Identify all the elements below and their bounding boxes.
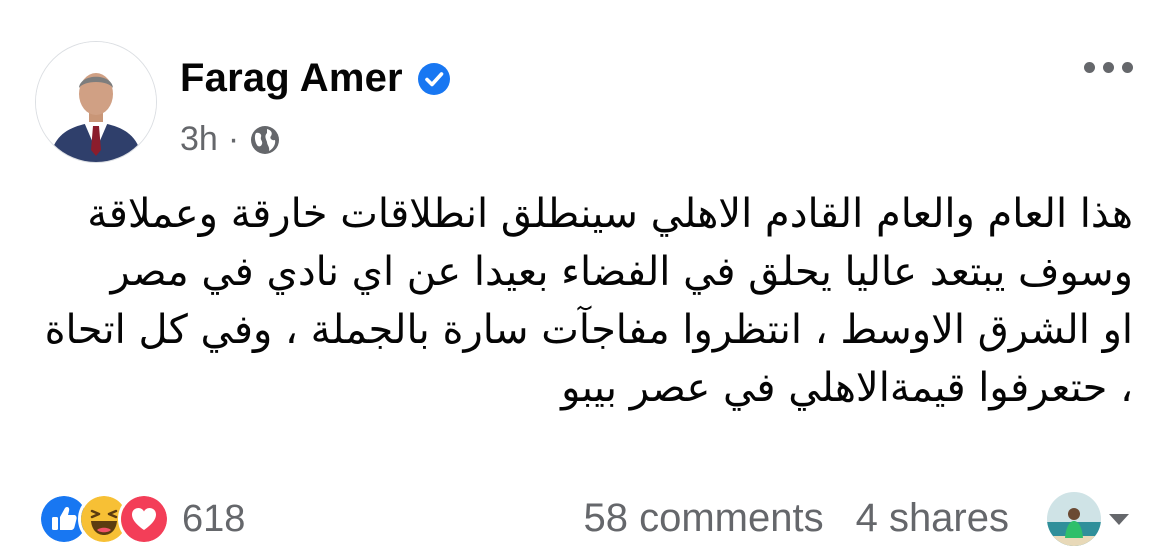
author-photo (36, 42, 156, 162)
post-text-line: او الشرق الاوسط ، انتظروا مفاجآت سارة با… (44, 307, 1133, 353)
viewer-avatar (1047, 492, 1101, 546)
author-name[interactable]: Farag Amer (180, 56, 403, 101)
post-text-line: ، حتعرفوا قيمةالاهلي في عصر بيبو (561, 365, 1133, 411)
more-dot (1103, 62, 1114, 73)
globe-icon (251, 125, 280, 154)
post-meta: 3h · (180, 120, 281, 159)
reaction-selector[interactable] (1047, 492, 1131, 546)
more-dot (1084, 62, 1095, 73)
meta-separator: · (227, 120, 240, 158)
author-avatar[interactable] (35, 41, 157, 163)
post-timestamp[interactable]: 3h (180, 120, 218, 159)
post-body: هذا العام والعام القادم الاهلي سينطلق ان… (33, 185, 1133, 417)
post-text-line: وسوف يبتعد عاليا يحلق في الفضاء بعيدا عن… (110, 249, 1133, 295)
reaction-summary[interactable]: 618 (38, 493, 245, 545)
verified-badge-icon (417, 62, 450, 95)
post-header: Farag Amer (180, 56, 451, 101)
post-text-line: هذا العام والعام القادم الاهلي سينطلق ان… (87, 191, 1133, 237)
reaction-count[interactable]: 618 (182, 498, 245, 541)
engagement-stats: 58 comments 4 shares (583, 496, 1009, 541)
love-icon (118, 493, 170, 545)
more-dot (1122, 62, 1133, 73)
comments-count[interactable]: 58 comments (583, 496, 823, 541)
shares-count[interactable]: 4 shares (856, 496, 1009, 541)
more-options-icon[interactable] (1084, 58, 1133, 77)
chevron-down-icon (1109, 514, 1129, 525)
